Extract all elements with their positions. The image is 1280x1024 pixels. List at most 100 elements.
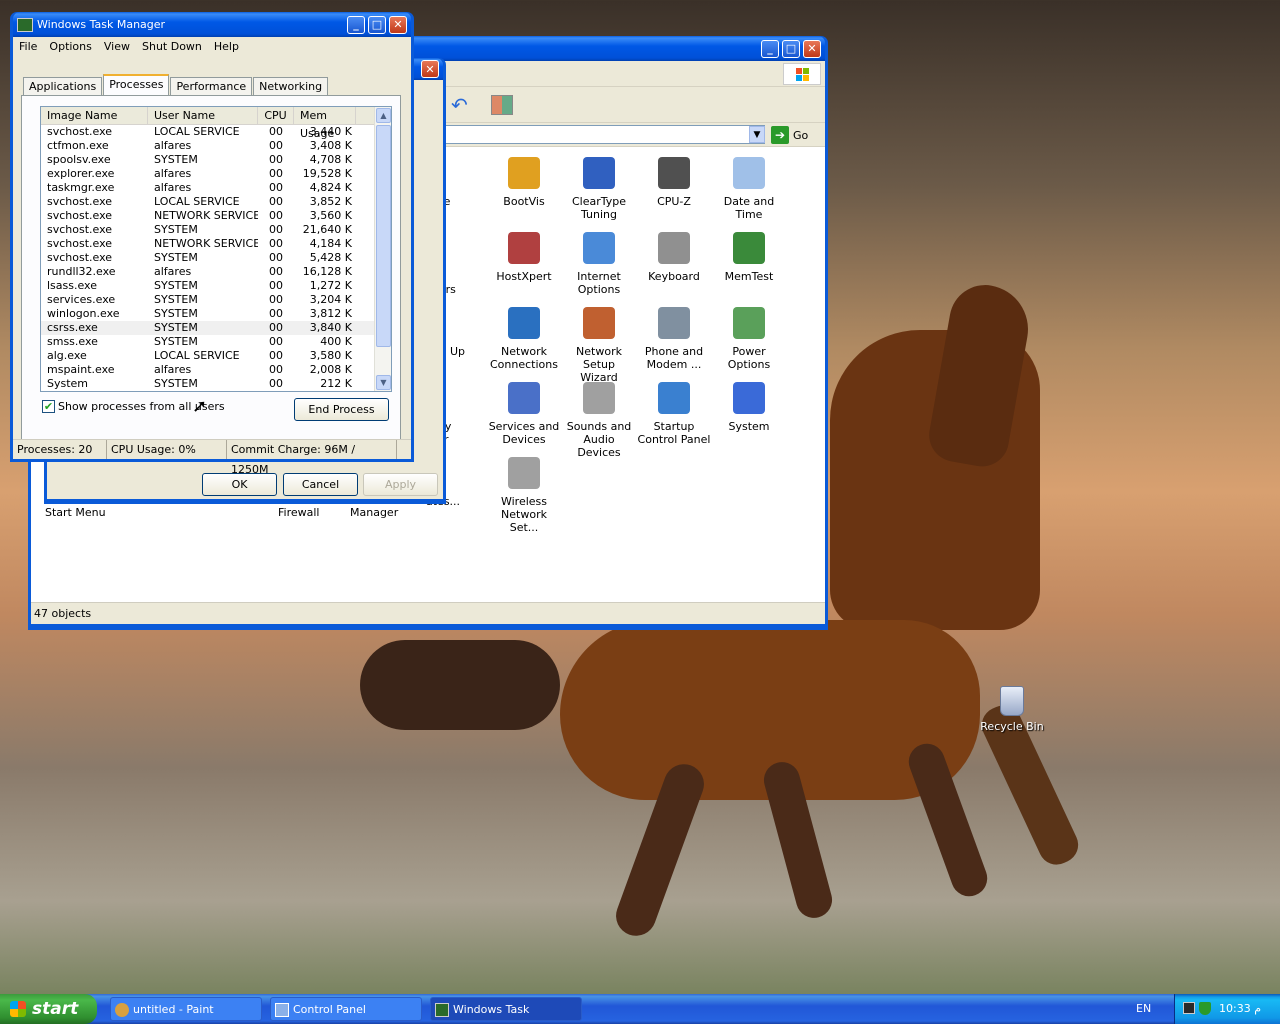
tab-performance[interactable]: Performance xyxy=(170,77,253,95)
close-icon[interactable]: ✕ xyxy=(803,39,821,58)
table-cell: 00 xyxy=(269,237,283,250)
menu-item[interactable]: View xyxy=(98,40,136,53)
start-button[interactable]: start xyxy=(0,994,97,1024)
table-row[interactable]: ctfmon.exe alfares 00 3,408 K xyxy=(41,139,391,153)
control-panel-item[interactable]: Phone and Modem ... xyxy=(636,307,712,371)
control-panel-item[interactable]: Network Connections xyxy=(486,307,562,371)
clock[interactable]: 10:33 م xyxy=(1219,994,1261,1024)
menu-item[interactable]: File xyxy=(13,40,43,53)
menu-item[interactable]: Help xyxy=(208,40,245,53)
start-menu-label[interactable]: Start Menu xyxy=(45,506,106,519)
go-button[interactable]: ➔ Go xyxy=(771,125,808,145)
language-indicator[interactable]: EN xyxy=(1136,994,1151,1024)
control-panel-item-icon xyxy=(583,307,615,339)
table-row[interactable]: svchost.exe NETWORK SERVICE 00 3,560 K xyxy=(41,209,391,223)
control-panel-item[interactable]: Sounds and Audio Devices xyxy=(561,382,637,459)
process-list[interactable]: Image Name User Name CPU Mem Usage svchost.… xyxy=(40,106,392,392)
control-panel-item[interactable]: Wireless Network Set... xyxy=(486,457,562,534)
control-panel-item[interactable]: Power Options xyxy=(711,307,787,371)
control-panel-item[interactable]: System xyxy=(711,382,787,433)
maximize-icon[interactable]: □ xyxy=(368,15,386,34)
control-panel-item[interactable]: Network Setup Wizard xyxy=(561,307,637,384)
table-cell: SYSTEM xyxy=(154,279,198,292)
table-row[interactable]: services.exe SYSTEM 00 3,204 K xyxy=(41,293,391,307)
control-panel-item[interactable]: Startup Control Panel xyxy=(636,382,712,446)
tab-networking[interactable]: Networking xyxy=(253,77,329,95)
control-panel-item[interactable]: ClearType Tuning xyxy=(561,157,637,221)
recycle-bin[interactable]: Recycle Bin xyxy=(980,686,1044,733)
control-panel-item[interactable]: HostXpert xyxy=(486,232,562,283)
control-panel-item[interactable]: Keyboard xyxy=(636,232,712,283)
table-cell: svchost.exe xyxy=(47,237,113,250)
table-row[interactable]: svchost.exe LOCAL SERVICE 00 3,440 K xyxy=(41,125,391,139)
minimize-icon[interactable]: _ xyxy=(761,39,779,58)
control-panel-item-label: Network Set... xyxy=(501,508,547,534)
list-header: Image Name User Name CPU Mem Usage xyxy=(41,107,391,140)
firewall-label[interactable]: Firewall xyxy=(278,506,319,519)
column-header[interactable]: CPU xyxy=(258,107,294,124)
control-panel-item-icon xyxy=(658,232,690,264)
table-row[interactable]: alg.exe LOCAL SERVICE 00 3,580 K xyxy=(41,349,391,363)
menu-item[interactable]: Options xyxy=(43,40,97,53)
close-icon[interactable]: ✕ xyxy=(389,15,407,34)
table-row[interactable]: svchost.exe SYSTEM 00 21,640 K xyxy=(41,223,391,237)
table-cell: alfares xyxy=(154,181,192,194)
table-row[interactable]: svchost.exe NETWORK SERVICE 00 4,184 K xyxy=(41,237,391,251)
control-panel-item[interactable]: BootVis xyxy=(486,157,562,208)
minimize-icon[interactable]: _ xyxy=(347,15,365,34)
column-header[interactable]: Mem Usage xyxy=(294,107,356,140)
control-panel-item[interactable]: MemTest xyxy=(711,232,787,283)
control-panel-item-label: Options xyxy=(577,283,621,296)
column-header[interactable]: User Name xyxy=(148,107,258,124)
control-panel-item[interactable]: Date and Time xyxy=(711,157,787,221)
table-cell: SYSTEM xyxy=(154,251,198,264)
table-row[interactable]: csrss.exe SYSTEM 00 3,840 K xyxy=(41,321,391,335)
undo-icon[interactable]: ↶ xyxy=(451,93,468,117)
table-cell: 3,408 K xyxy=(309,139,352,152)
table-cell: 2,008 K xyxy=(309,363,352,376)
table-row[interactable]: System SYSTEM 00 212 K xyxy=(41,377,391,391)
tab-applications[interactable]: Applications xyxy=(23,77,103,95)
table-cell: 3,440 K xyxy=(309,125,352,138)
table-row[interactable]: explorer.exe alfares 00 19,528 K xyxy=(41,167,391,181)
go-label: Go xyxy=(793,128,809,142)
taskbar-item-label: untitled - Paint xyxy=(133,1003,214,1016)
table-row[interactable]: svchost.exe LOCAL SERVICE 00 3,852 K xyxy=(41,195,391,209)
taskbar-item-paint[interactable]: untitled - Paint xyxy=(110,997,262,1021)
scroll-thumb[interactable] xyxy=(376,125,391,347)
table-row[interactable]: spoolsv.exe SYSTEM 00 4,708 K xyxy=(41,153,391,167)
vertical-scrollbar[interactable]: ▲ ▼ xyxy=(374,107,391,391)
table-row[interactable]: smss.exe SYSTEM 00 400 K xyxy=(41,335,391,349)
taskbar-item-control-panel[interactable]: Control Panel xyxy=(270,997,422,1021)
control-panel-item[interactable]: Internet Options xyxy=(561,232,637,296)
scroll-down-icon[interactable]: ▼ xyxy=(376,375,391,390)
end-process-button[interactable]: End Process xyxy=(294,398,389,421)
dialog-close-icon[interactable]: ✕ xyxy=(421,60,439,78)
table-row[interactable]: svchost.exe SYSTEM 00 5,428 K xyxy=(41,251,391,265)
table-cell: 00 xyxy=(269,139,283,152)
column-header[interactable]: Image Name xyxy=(41,107,148,124)
control-panel-item-icon xyxy=(508,157,540,189)
tray-shield-icon[interactable] xyxy=(1199,1002,1211,1015)
apply-button[interactable]: Apply xyxy=(363,473,438,496)
table-row[interactable]: lsass.exe SYSTEM 00 1,272 K xyxy=(41,279,391,293)
control-panel-item[interactable]: CPU-Z xyxy=(636,157,712,208)
table-row[interactable]: mspaint.exe alfares 00 2,008 K xyxy=(41,363,391,377)
table-cell: 3,812 K xyxy=(309,307,352,320)
views-icon[interactable] xyxy=(491,95,513,115)
table-row[interactable]: taskmgr.exe alfares 00 4,824 K xyxy=(41,181,391,195)
menu-item[interactable]: Shut Down xyxy=(136,40,208,53)
taskbar-item-task-manager[interactable]: Windows Task Manager xyxy=(430,997,582,1021)
table-cell: 1,272 K xyxy=(309,279,352,292)
tab-processes[interactable]: Processes xyxy=(103,74,170,95)
address-dropdown-icon[interactable]: ▼ xyxy=(749,126,765,143)
control-panel-item[interactable]: Services and Devices xyxy=(486,382,562,446)
cancel-button[interactable]: Cancel xyxy=(283,473,358,496)
table-row[interactable]: winlogon.exe SYSTEM 00 3,812 K xyxy=(41,307,391,321)
maximize-icon[interactable]: □ xyxy=(782,39,800,58)
tray-monitor-icon[interactable] xyxy=(1183,1002,1195,1014)
task-manager-titlebar[interactable]: Windows Task Manager _ □ ✕ xyxy=(13,12,411,37)
scroll-up-icon[interactable]: ▲ xyxy=(376,108,391,123)
manager-label[interactable]: Manager xyxy=(350,506,398,519)
table-row[interactable]: rundll32.exe alfares 00 16,128 K xyxy=(41,265,391,279)
